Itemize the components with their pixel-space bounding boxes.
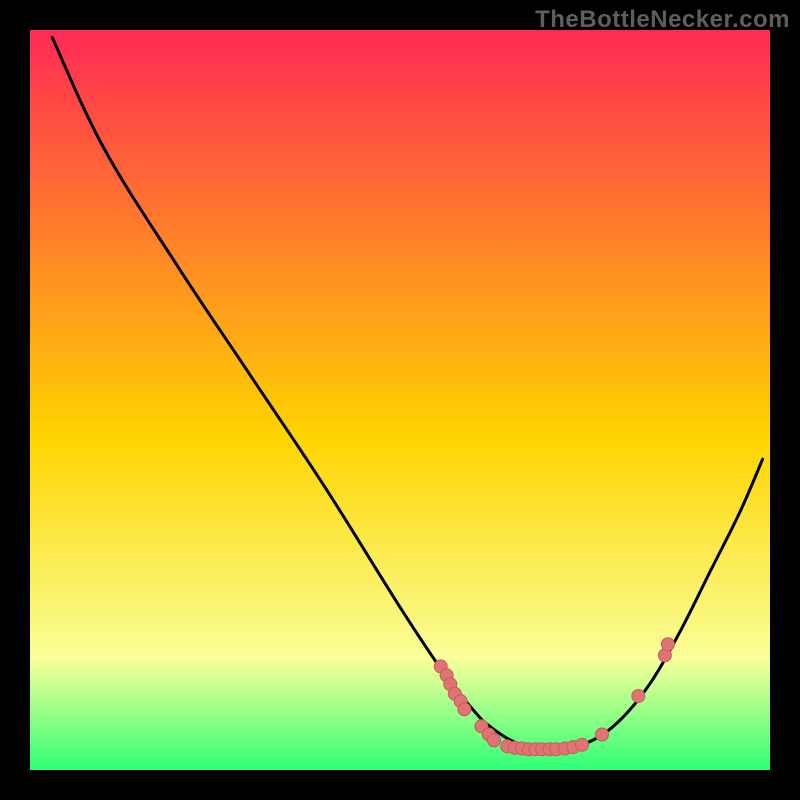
curve-point xyxy=(458,703,471,716)
chart-stage: TheBottleNecker.com xyxy=(0,0,800,800)
curve-point xyxy=(632,690,645,703)
chart-svg xyxy=(0,0,800,800)
curve-point xyxy=(576,738,589,751)
curve-point xyxy=(488,734,501,747)
curve-point xyxy=(596,728,609,741)
curve-point xyxy=(661,638,674,651)
